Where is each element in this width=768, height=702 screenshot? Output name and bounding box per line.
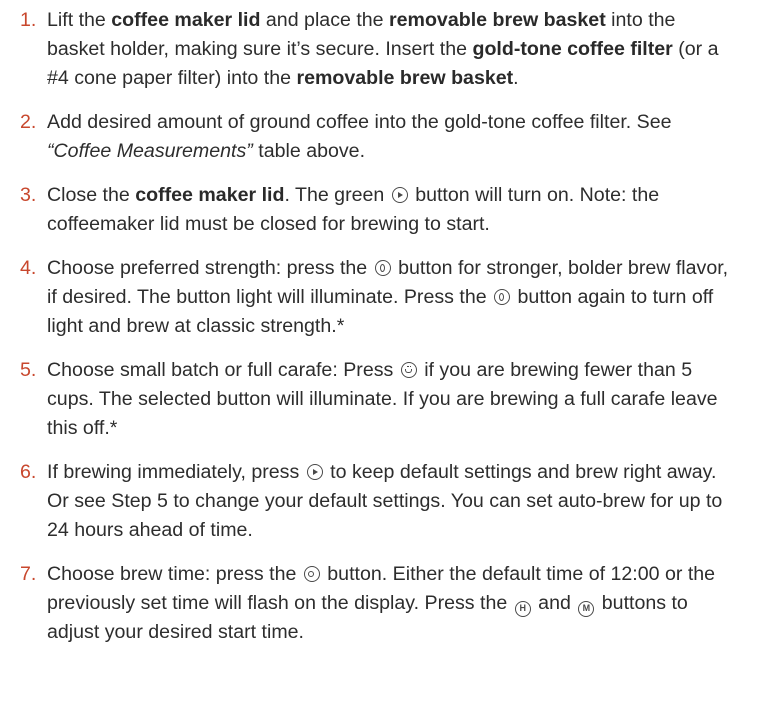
step-item: 7. Choose brew time: press the button. Ei… (0, 560, 750, 647)
instruction-steps-list: 1. Lift the coffee maker lid and place th… (0, 0, 768, 702)
small-batch-icon (400, 362, 417, 378)
step-text: Choose brew time: press the button. Eith… (47, 560, 750, 647)
hour-button-icon: H (514, 601, 531, 617)
play-button-icon (391, 187, 408, 203)
part-name-emphasis: removable brew basket (296, 67, 514, 89)
part-name-emphasis: coffee maker lid (135, 184, 285, 206)
step-text-segment: . (513, 67, 519, 89)
step-item: 4. Choose preferred strength: press the b… (0, 254, 750, 341)
auto-brew-clock-icon (303, 566, 320, 582)
step-text: Close the coffee maker lid. The green bu… (47, 181, 750, 239)
step-text: Choose preferred strength: press the but… (47, 254, 750, 341)
step-text-segment: If brewing immediately, press (47, 461, 305, 483)
step-item: 3. Close the coffee maker lid. The green … (0, 181, 750, 239)
bold-brew-icon (374, 260, 391, 276)
step-text-segment: Add desired amount of ground coffee into… (47, 111, 672, 133)
step-text-segment: Close the (47, 184, 136, 206)
step-number: 5. (20, 359, 37, 381)
table-reference: “Coffee Measurements” (47, 140, 253, 162)
play-button-icon (306, 464, 323, 480)
step-text-segment: and (532, 592, 577, 614)
step-text: Add desired amount of ground coffee into… (47, 108, 750, 166)
step-text-segment: Lift the (47, 9, 112, 31)
step-item: 6. If brewing immediately, press to keep … (0, 458, 750, 545)
step-text-segment: and place the (260, 9, 390, 31)
step-text-segment: table above. (252, 140, 366, 162)
step-item: 2. Add desired amount of ground coffee in… (0, 108, 750, 166)
step-number: 3. (20, 184, 37, 206)
step-text: Lift the coffee maker lid and place the … (47, 6, 750, 93)
step-number: 6. (20, 461, 37, 483)
step-text-segment: Choose preferred strength: press the (47, 257, 373, 279)
step-item: 1. Lift the coffee maker lid and place th… (0, 6, 750, 93)
step-item: 5. Choose small batch or full carafe: Pre… (0, 356, 750, 443)
part-name-emphasis: removable brew basket (389, 9, 606, 31)
step-number: 2. (20, 111, 37, 133)
step-text: Choose small batch or full carafe: Press… (47, 356, 750, 443)
step-number: 1. (20, 9, 37, 31)
step-text-segment: Choose brew time: press the (47, 563, 302, 585)
bold-brew-icon (494, 289, 511, 305)
step-number: 4. (20, 257, 37, 279)
step-text: If brewing immediately, press to keep de… (47, 458, 750, 545)
step-number: 7. (20, 563, 37, 585)
step-text-segment: Choose small batch or full carafe: Press (47, 359, 399, 381)
part-name-emphasis: gold-tone coffee filter (472, 38, 673, 60)
minute-button-icon: M (578, 601, 595, 617)
part-name-emphasis: coffee maker lid (111, 9, 261, 31)
step-text-segment: . The green (284, 184, 390, 206)
